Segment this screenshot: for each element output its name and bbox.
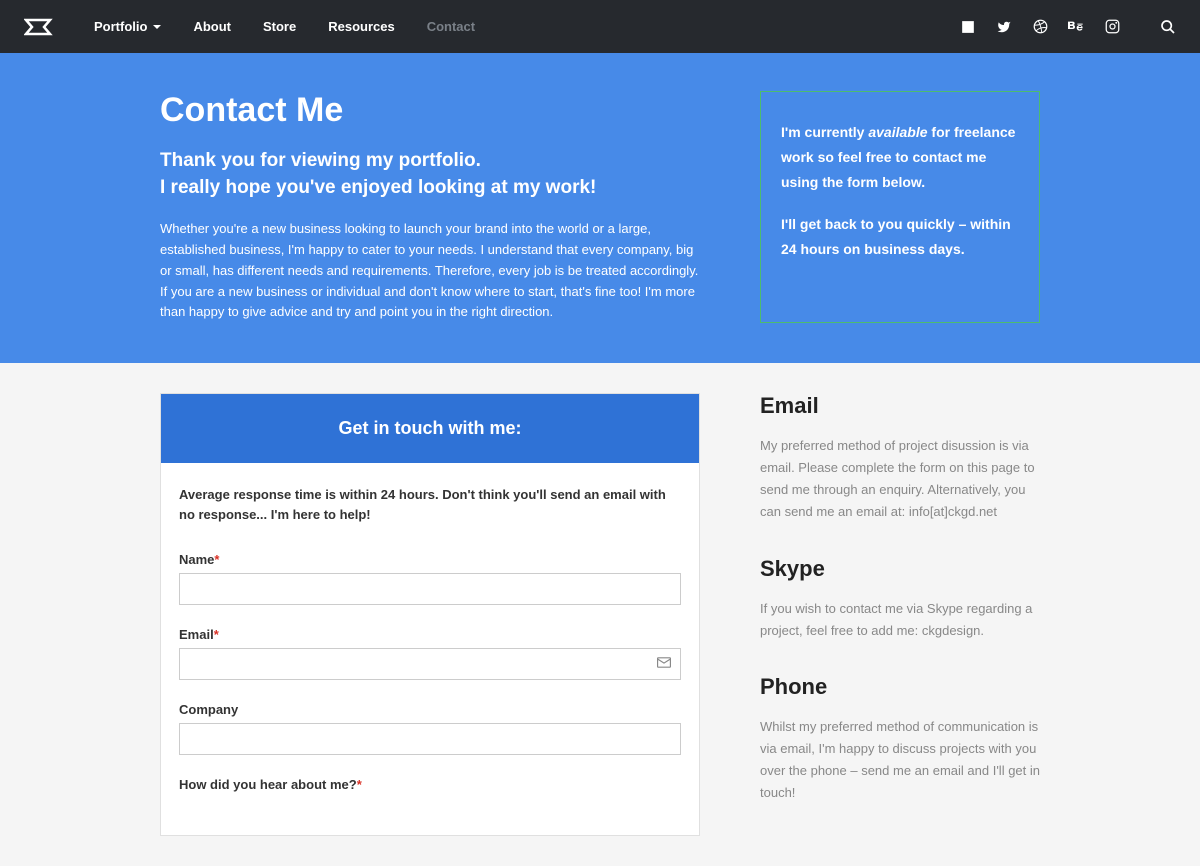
hero-text: Whether you're a new business looking to… bbox=[160, 219, 700, 323]
nav-label: Store bbox=[263, 19, 296, 34]
dribbble-icon[interactable] bbox=[1032, 19, 1048, 35]
skype-section: Skype If you wish to contact me via Skyp… bbox=[760, 556, 1040, 642]
name-field-group: Name* bbox=[179, 552, 681, 605]
company-field-group: Company bbox=[179, 702, 681, 755]
nav-store[interactable]: Store bbox=[263, 19, 296, 34]
main-header: Portfolio About Store Resources Contact bbox=[0, 0, 1200, 53]
skype-text: If you wish to contact me via Skype rega… bbox=[760, 598, 1040, 642]
main-section: Get in touch with me: Average response t… bbox=[0, 363, 1200, 866]
how-heard-field-group: How did you hear about me?* bbox=[179, 777, 681, 792]
phone-text: Whilst my preferred method of communicat… bbox=[760, 716, 1040, 804]
chevron-down-icon bbox=[153, 25, 161, 29]
main-nav: Portfolio About Store Resources Contact bbox=[94, 19, 960, 34]
nav-contact[interactable]: Contact bbox=[427, 19, 475, 34]
instagram-icon[interactable] bbox=[1104, 19, 1120, 35]
company-label: Company bbox=[179, 702, 681, 717]
form-header: Get in touch with me: bbox=[161, 394, 699, 463]
nav-label: Resources bbox=[328, 19, 394, 34]
company-input[interactable] bbox=[179, 723, 681, 755]
hero-section: Contact Me Thank you for viewing my port… bbox=[0, 53, 1200, 363]
form-intro: Average response time is within 24 hours… bbox=[179, 485, 681, 524]
nav-label: Portfolio bbox=[94, 19, 147, 34]
nav-label: About bbox=[193, 19, 231, 34]
page-title: Contact Me bbox=[160, 91, 700, 130]
contact-form: Get in touch with me: Average response t… bbox=[160, 393, 700, 836]
search-icon[interactable] bbox=[1160, 19, 1176, 35]
required-indicator: * bbox=[357, 777, 362, 792]
facebook-icon[interactable] bbox=[960, 19, 976, 35]
hero-subtitle: Thank you for viewing my portfolio. I re… bbox=[160, 148, 700, 201]
name-input[interactable] bbox=[179, 573, 681, 605]
twitter-icon[interactable] bbox=[996, 19, 1012, 35]
required-indicator: * bbox=[214, 552, 219, 567]
email-heading: Email bbox=[760, 393, 1040, 419]
how-heard-label: How did you hear about me?* bbox=[179, 777, 681, 792]
phone-heading: Phone bbox=[760, 674, 1040, 700]
behance-icon[interactable] bbox=[1068, 19, 1084, 35]
nav-portfolio[interactable]: Portfolio bbox=[94, 19, 161, 34]
email-section: Email My preferred method of project dis… bbox=[760, 393, 1040, 523]
nav-about[interactable]: About bbox=[193, 19, 231, 34]
required-indicator: * bbox=[214, 627, 219, 642]
nav-resources[interactable]: Resources bbox=[328, 19, 394, 34]
availability-box: I'm currently available for freelance wo… bbox=[760, 91, 1040, 323]
nav-label: Contact bbox=[427, 19, 475, 34]
logo[interactable] bbox=[24, 18, 54, 36]
name-label: Name* bbox=[179, 552, 681, 567]
available-text: available bbox=[868, 124, 927, 140]
contact-sidebar: Email My preferred method of project dis… bbox=[760, 393, 1040, 836]
phone-section: Phone Whilst my preferred method of comm… bbox=[760, 674, 1040, 804]
email-label: Email* bbox=[179, 627, 681, 642]
email-field-group: Email* bbox=[179, 627, 681, 680]
email-text: My preferred method of project disussion… bbox=[760, 435, 1040, 523]
social-links bbox=[960, 19, 1176, 35]
envelope-icon bbox=[657, 655, 671, 673]
skype-heading: Skype bbox=[760, 556, 1040, 582]
email-input[interactable] bbox=[179, 648, 681, 680]
